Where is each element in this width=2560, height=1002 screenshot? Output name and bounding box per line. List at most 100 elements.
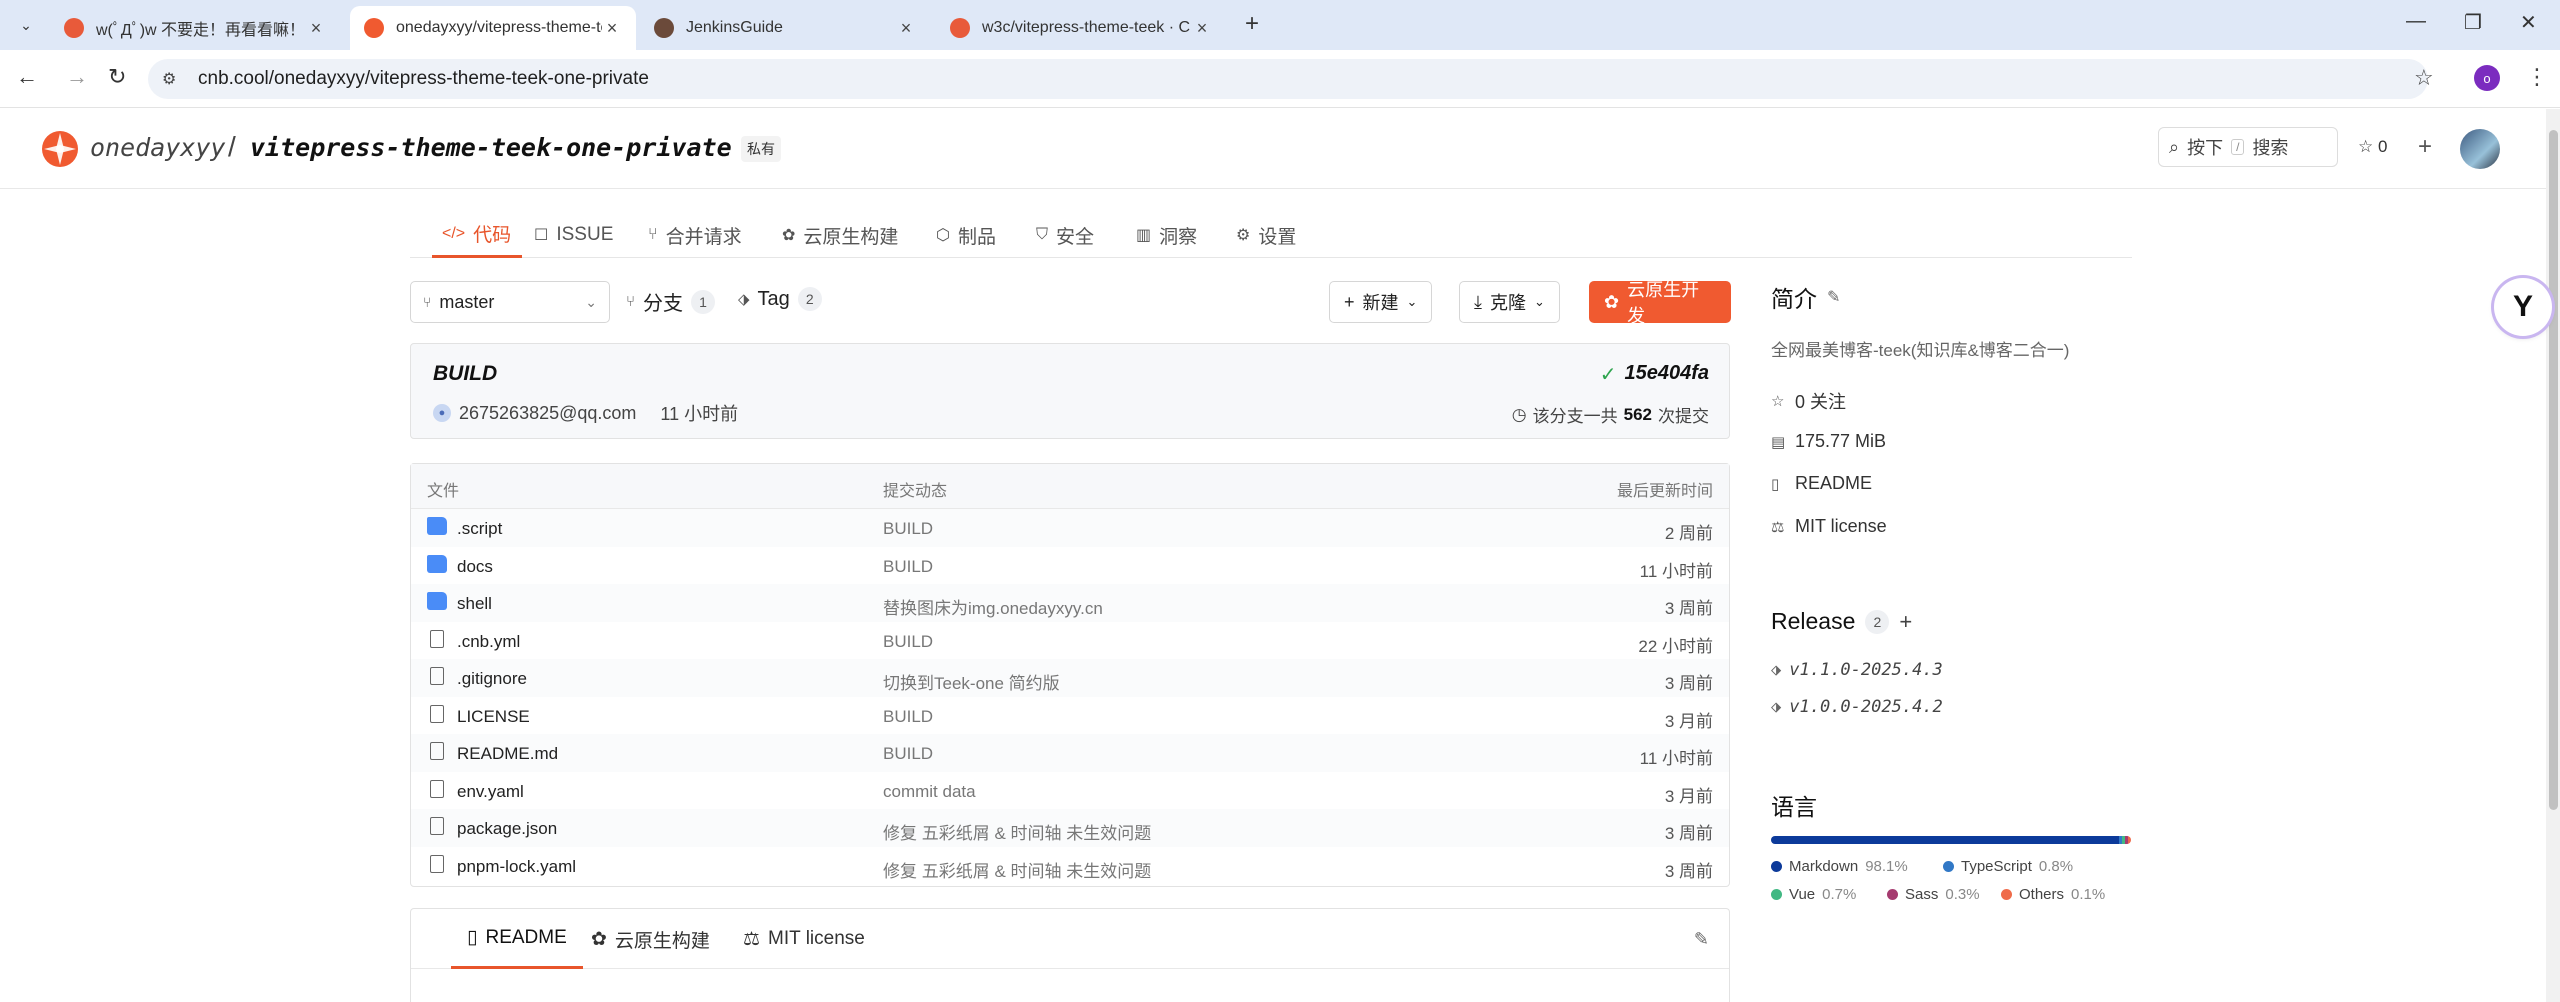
folder-icon — [427, 554, 447, 573]
branches-link[interactable]: ⑂ 分支 1 — [626, 287, 716, 316]
file-name-link[interactable]: package.json — [457, 819, 557, 839]
table-row[interactable]: .gitignore 切换到Teek-one 简约版 3 周前 — [411, 659, 1729, 697]
tab-readme[interactable]: ▯ README — [451, 909, 583, 969]
url-field[interactable]: ⚙ cnb.cool/onedayxyy/vitepress-theme-tee… — [148, 59, 2428, 99]
star-button[interactable]: ☆ 0 — [2358, 137, 2387, 157]
commit-count-link[interactable]: ◷ 该分支一共 562 次提交 — [1512, 402, 1709, 427]
tab-code[interactable]: </> 代码 — [432, 212, 522, 258]
site-info-icon[interactable]: ⚙ — [162, 69, 188, 89]
tab-security[interactable]: ⛉ 安全 — [1036, 212, 1094, 258]
repo-owner-link[interactable]: onedayxyy — [90, 133, 225, 162]
tab-merge-requests[interactable]: ⑂ 合并请求 — [648, 212, 742, 258]
branch-select[interactable]: ⑂ master ⌄ — [410, 281, 610, 323]
create-plus-icon[interactable]: + — [2418, 133, 2432, 161]
followers-link[interactable]: ☆ 0 关注 — [1771, 388, 1846, 414]
file-commit-message[interactable]: BUILD — [883, 707, 933, 727]
table-row[interactable]: pnpm-lock.yaml 修复 五彩纸屑 & 时间轴 未生效问题 3 周前 — [411, 847, 1729, 885]
restore-icon[interactable]: ❐ — [2464, 10, 2482, 35]
file-name-link[interactable]: env.yaml — [457, 782, 524, 802]
author-avatar-icon: ● — [433, 404, 451, 422]
tab-license[interactable]: ⚖ MIT license — [743, 909, 865, 969]
cnb-logo-icon[interactable] — [40, 129, 80, 169]
browser-tab-1[interactable]: w(ﾟДﾟ)w 不要走！再看看嘛！ × — [50, 6, 340, 50]
file-name-link[interactable]: LICENSE — [457, 707, 530, 727]
table-row[interactable]: package.json 修复 五彩纸屑 & 时间轴 未生效问题 3 周前 — [411, 809, 1729, 847]
new-button[interactable]: + 新建 ⌄ — [1329, 281, 1433, 323]
file-name-link[interactable]: docs — [457, 557, 493, 577]
tags-link[interactable]: ⬗ Tag 2 — [738, 287, 822, 311]
language-legend-item: TypeScript 0.8% — [1943, 858, 2073, 875]
file-commit-message[interactable]: commit data — [883, 782, 976, 802]
reload-icon[interactable]: ↻ — [108, 64, 126, 90]
tab-readme-cloud-build[interactable]: ✿ 云原生构建 — [591, 909, 710, 969]
table-row[interactable]: .cnb.yml BUILD 22 小时前 — [411, 622, 1729, 660]
user-avatar[interactable] — [2460, 129, 2500, 169]
file-commit-message[interactable]: 替换图床为img.onedayxyy.cn — [883, 594, 1103, 619]
language-name: TypeScript — [1961, 858, 2032, 875]
license-link[interactable]: ⚖ MIT license — [1771, 516, 1887, 537]
release-title[interactable]: Release — [1771, 608, 1855, 635]
profile-avatar[interactable]: o — [2474, 65, 2500, 91]
browser-tab-2[interactable]: onedayxyy/vitepress-theme-teek-one-priva… — [350, 6, 636, 50]
browser-menu-icon[interactable]: ⋮ — [2526, 64, 2548, 90]
close-tab-icon[interactable]: × — [306, 18, 326, 39]
tab-insights[interactable]: ▥ 洞察 — [1136, 212, 1197, 258]
table-row[interactable]: .script BUILD 2 周前 — [411, 509, 1729, 547]
close-tab-icon[interactable]: × — [602, 18, 622, 39]
tab-issue[interactable]: ☐ ISSUE — [534, 212, 613, 258]
readme-link[interactable]: ▯ README — [1771, 473, 1872, 494]
back-arrow-icon[interactable]: ← — [16, 64, 38, 90]
tab-artifacts[interactable]: ⬡ 制品 — [936, 212, 996, 258]
commit-hash-link[interactable]: ✓ 15e404fa — [1600, 362, 1709, 387]
file-icon — [430, 667, 444, 685]
size-text: 175.77 MiB — [1795, 431, 1887, 451]
site-search-input[interactable]: ⌕ 按下 / 搜索 — [2158, 127, 2338, 167]
forward-arrow-icon[interactable]: → — [66, 64, 88, 90]
table-row[interactable]: README.md BUILD 11 小时前 — [411, 734, 1729, 772]
tab-search-chevron-icon[interactable]: ⌄ — [10, 10, 42, 40]
file-commit-message[interactable]: BUILD — [883, 519, 933, 539]
table-row[interactable]: env.yaml commit data 3 月前 — [411, 772, 1729, 810]
file-commit-message[interactable]: BUILD — [883, 632, 933, 652]
cloud-dev-button[interactable]: ✿ 云原生开发 — [1589, 280, 1731, 326]
browser-tab-4[interactable]: w3c/vitepress-theme-teek · C × — [936, 6, 1226, 50]
bookmark-star-icon[interactable]: ☆ — [2414, 65, 2434, 91]
minimize-icon[interactable]: — — [2406, 10, 2426, 33]
file-commit-message[interactable]: 修复 五彩纸屑 & 时间轴 未生效问题 — [883, 819, 1151, 844]
table-row[interactable]: LICENSE BUILD 3 月前 — [411, 697, 1729, 735]
edit-pencil-icon[interactable]: ✎ — [1827, 287, 1840, 307]
search-label: 搜索 — [2252, 138, 2289, 158]
release-item[interactable]: ⬗ v1.0.0-2025.4.2 — [1771, 697, 1943, 717]
tab-settings[interactable]: ⚙ 设置 — [1236, 212, 1296, 258]
close-tab-icon[interactable]: × — [896, 18, 916, 39]
book-icon: ▯ — [1771, 475, 1780, 493]
file-updated-time: 3 月前 — [1664, 786, 1713, 806]
file-name-link[interactable]: shell — [457, 594, 492, 614]
new-tab-icon[interactable]: + — [1245, 10, 1259, 38]
file-name-link[interactable]: README.md — [457, 744, 558, 764]
window-close-icon[interactable]: ✕ — [2520, 10, 2537, 35]
language-pct: 0.3% — [1945, 886, 1980, 903]
commit-message[interactable]: BUILD — [433, 362, 497, 386]
file-commit-message[interactable]: BUILD — [883, 557, 933, 577]
assistant-float-icon[interactable]: Y — [2494, 278, 2552, 336]
edit-pencil-icon[interactable]: ✎ — [1694, 929, 1709, 950]
file-name-link[interactable]: .gitignore — [457, 669, 527, 689]
file-name-link[interactable]: pnpm-lock.yaml — [457, 857, 576, 877]
tab-cloud-build[interactable]: ✿ 云原生构建 — [782, 212, 898, 258]
file-name-link[interactable]: .cnb.yml — [457, 632, 520, 652]
file-name-link[interactable]: .script — [457, 519, 502, 539]
table-row[interactable]: shell 替换图床为img.onedayxyy.cn 3 周前 — [411, 584, 1729, 622]
file-commit-message[interactable]: 切换到Teek-one 简约版 — [883, 669, 1060, 694]
clone-button[interactable]: ⤓ 克隆 ⌄ — [1459, 281, 1560, 323]
browser-tab-3[interactable]: JenkinsGuide × — [640, 6, 930, 50]
table-row[interactable]: docs BUILD 11 小时前 — [411, 547, 1729, 585]
close-tab-icon[interactable]: × — [1192, 18, 1212, 39]
release-item[interactable]: ⬗ v1.1.0-2025.4.3 — [1771, 660, 1943, 680]
author-email[interactable]: 2675263825@qq.com — [459, 403, 636, 424]
file-commit-message[interactable]: BUILD — [883, 744, 933, 764]
repo-name-link[interactable]: vitepress-theme-teek-one-private — [250, 133, 732, 162]
file-commit-message[interactable]: 修复 五彩纸屑 & 时间轴 未生效问题 — [883, 857, 1151, 882]
scrollbar-thumb[interactable] — [2549, 130, 2558, 810]
add-release-plus-icon[interactable]: + — [1899, 609, 1912, 635]
